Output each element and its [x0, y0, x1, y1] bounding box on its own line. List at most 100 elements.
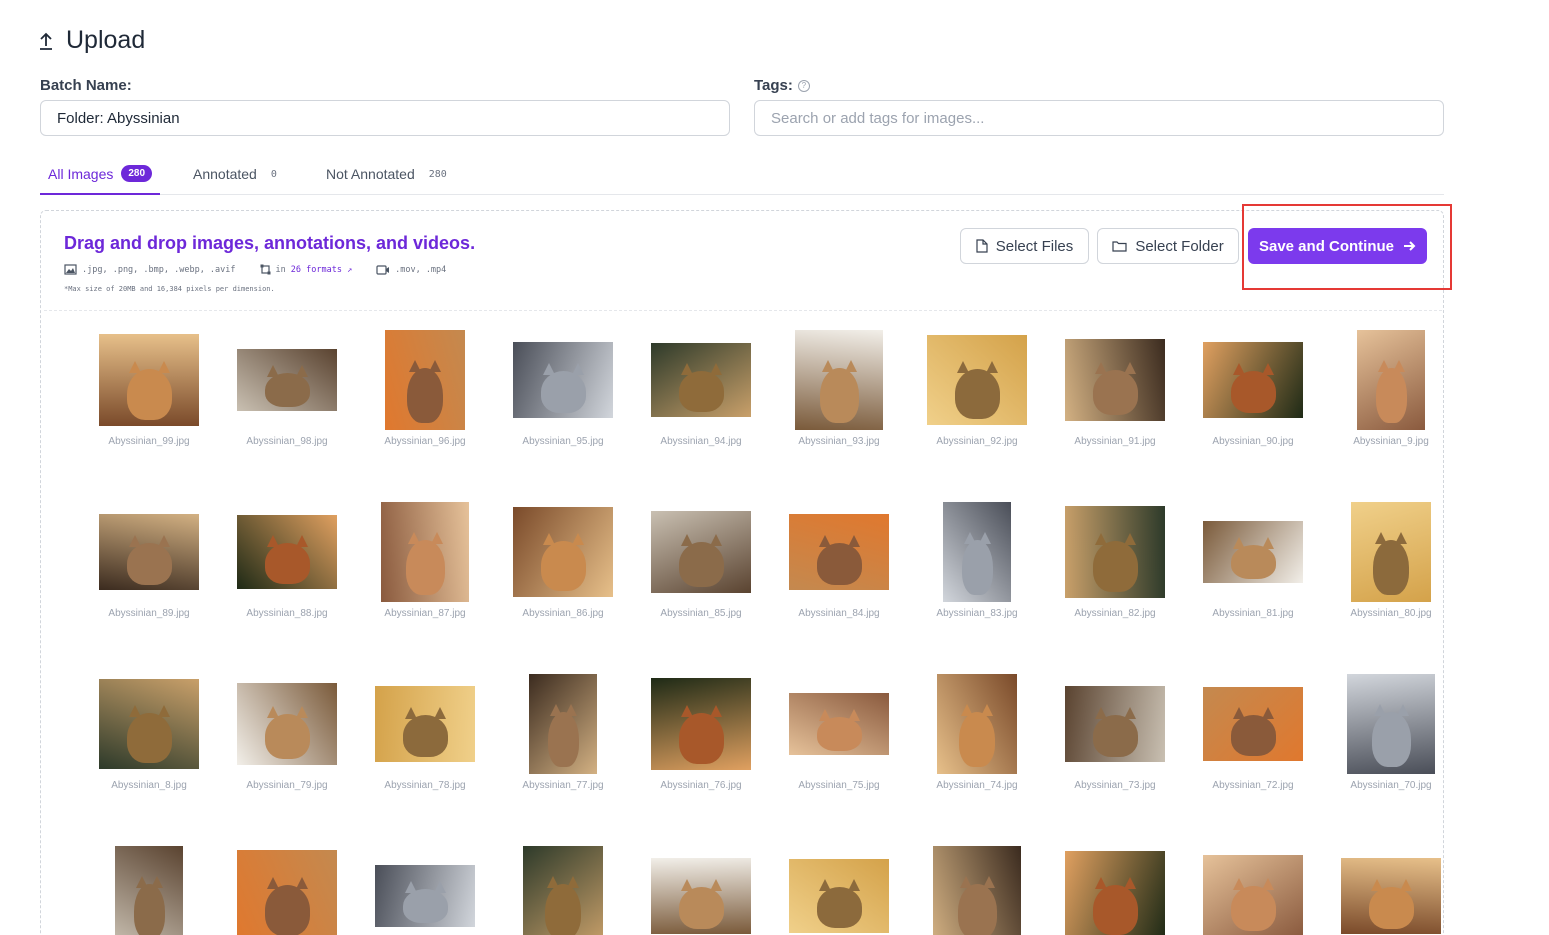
cat-shape: [1369, 886, 1414, 929]
cat-ear: [1378, 360, 1391, 372]
image-thumbnail[interactable]: Abyssinian_94.jpg: [632, 343, 770, 447]
image-preview: [237, 349, 337, 411]
image-filename: Abyssinian_89.jpg: [108, 608, 190, 619]
image-preview: [1203, 855, 1303, 935]
cat-ear: [407, 532, 420, 544]
image-thumbnail[interactable]: Abyssinian_95.jpg: [494, 342, 632, 447]
image-thumbnail[interactable]: [356, 865, 494, 927]
cat-ear: [848, 534, 860, 547]
image-thumbnail[interactable]: [908, 846, 1046, 935]
tab-annotated[interactable]: Annotated 0: [193, 154, 277, 194]
image-thumbnail[interactable]: Abyssinian_74.jpg: [908, 674, 1046, 791]
image-thumbnail[interactable]: Abyssinian_72.jpg: [1184, 687, 1322, 791]
tab-all-images[interactable]: All Images 280: [40, 154, 161, 195]
image-filename: Abyssinian_98.jpg: [246, 436, 328, 447]
image-thumbnail[interactable]: Abyssinian_88.jpg: [218, 515, 356, 619]
save-and-continue-button[interactable]: Save and Continue: [1248, 228, 1427, 264]
image-thumbnail[interactable]: Abyssinian_93.jpg: [770, 330, 908, 447]
image-thumbnail[interactable]: Abyssinian_80.jpg: [1322, 502, 1460, 619]
image-thumbnail[interactable]: Abyssinian_98.jpg: [218, 349, 356, 447]
cat-ear: [572, 533, 584, 546]
folder-icon: [1112, 241, 1127, 252]
image-thumbnail[interactable]: Abyssinian_86.jpg: [494, 507, 632, 619]
select-files-button[interactable]: Select Files: [960, 228, 1089, 264]
cat-shape: [955, 369, 1000, 419]
image-thumbnail[interactable]: Abyssinian_79.jpg: [218, 683, 356, 791]
cat-ear: [267, 535, 279, 548]
image-preview: [1341, 858, 1441, 934]
cat-ear: [409, 360, 422, 372]
image-thumbnail[interactable]: Abyssinian_96.jpg: [356, 330, 494, 447]
batch-name-input[interactable]: [40, 100, 730, 136]
image-thumbnail[interactable]: [1046, 851, 1184, 935]
image-thumbnail[interactable]: Abyssinian_81.jpg: [1184, 521, 1322, 619]
image-preview: [927, 335, 1027, 425]
image-thumbnail[interactable]: Abyssinian_70.jpg: [1322, 674, 1460, 791]
info-icon[interactable]: ?: [797, 79, 810, 92]
image-thumbnail[interactable]: Abyssinian_73.jpg: [1046, 686, 1184, 791]
image-thumbnail[interactable]: [1322, 858, 1460, 934]
cat-ear: [1371, 878, 1383, 891]
tab-not-annotated[interactable]: Not Annotated 280: [326, 154, 447, 194]
external-link-icon[interactable]: ↗: [347, 265, 352, 275]
image-preview: [99, 679, 199, 769]
cat-ear: [1392, 360, 1405, 372]
image-thumbnail[interactable]: Abyssinian_85.jpg: [632, 511, 770, 619]
image-filename: Abyssinian_73.jpg: [1074, 780, 1156, 791]
select-folder-button[interactable]: Select Folder: [1097, 228, 1239, 264]
cat-ear: [848, 708, 860, 721]
image-preview: [375, 865, 475, 927]
cat-ear: [296, 706, 308, 719]
image-thumbnail[interactable]: Abyssinian_8.jpg: [80, 679, 218, 791]
image-thumbnail[interactable]: [632, 858, 770, 934]
annotation-formats-link[interactable]: 26 formats: [291, 265, 342, 275]
cat-shape: [1373, 540, 1410, 595]
cat-shape: [679, 712, 724, 764]
cat-ear: [821, 360, 834, 372]
cat-ear: [1375, 532, 1388, 544]
image-preview: [1203, 687, 1303, 761]
cat-ear: [431, 532, 444, 544]
image-preview: [651, 678, 751, 770]
image-thumbnail[interactable]: Abyssinian_82.jpg: [1046, 506, 1184, 619]
cat-ear: [158, 534, 170, 547]
image-thumbnail[interactable]: [770, 859, 908, 933]
image-thumbnail[interactable]: Abyssinian_84.jpg: [770, 514, 908, 619]
image-filter-tabs: All Images 280 Annotated 0 Not Annotated…: [40, 154, 1444, 195]
image-thumbnail[interactable]: Abyssinian_9.jpg: [1322, 330, 1460, 447]
image-filename: Abyssinian_90.jpg: [1212, 436, 1294, 447]
image-filename: Abyssinian_78.jpg: [384, 780, 466, 791]
cat-ear: [819, 879, 831, 892]
image-thumbnail[interactable]: [80, 846, 218, 935]
image-thumbnail[interactable]: Abyssinian_75.jpg: [770, 693, 908, 791]
image-thumbnail[interactable]: [1184, 855, 1322, 935]
cat-shape: [1093, 540, 1138, 592]
annotation-count: 26: [290, 264, 302, 275]
cat-shape: [959, 712, 996, 767]
tab-label: Not Annotated: [326, 166, 415, 182]
image-thumbnail[interactable]: Abyssinian_92.jpg: [908, 335, 1046, 447]
image-thumbnail[interactable]: Abyssinian_90.jpg: [1184, 342, 1322, 447]
image-preview: [1347, 674, 1435, 774]
cat-ear: [710, 878, 722, 891]
image-thumbnail[interactable]: Abyssinian_89.jpg: [80, 514, 218, 619]
cat-ear: [681, 534, 693, 547]
image-thumbnail[interactable]: Abyssinian_87.jpg: [356, 502, 494, 619]
image-preview: [1065, 686, 1165, 762]
image-thumbnail[interactable]: Abyssinian_76.jpg: [632, 678, 770, 791]
image-thumbnail[interactable]: Abyssinian_78.jpg: [356, 686, 494, 791]
image-thumbnail[interactable]: [218, 850, 356, 935]
cat-ear: [543, 362, 555, 375]
tags-search-input[interactable]: [754, 100, 1444, 136]
image-thumbnail[interactable]: Abyssinian_91.jpg: [1046, 339, 1184, 447]
image-thumbnail[interactable]: Abyssinian_99.jpg: [80, 334, 218, 447]
cat-ear: [296, 876, 308, 889]
cat-ear: [981, 704, 994, 716]
image-filename: Abyssinian_76.jpg: [660, 780, 742, 791]
image-preview: [513, 342, 613, 418]
image-thumbnail[interactable]: Abyssinian_77.jpg: [494, 674, 632, 791]
image-thumbnail[interactable]: [494, 846, 632, 935]
cat-ear: [296, 364, 308, 377]
image-thumbnail[interactable]: Abyssinian_83.jpg: [908, 502, 1046, 619]
cat-ear: [1095, 532, 1107, 545]
